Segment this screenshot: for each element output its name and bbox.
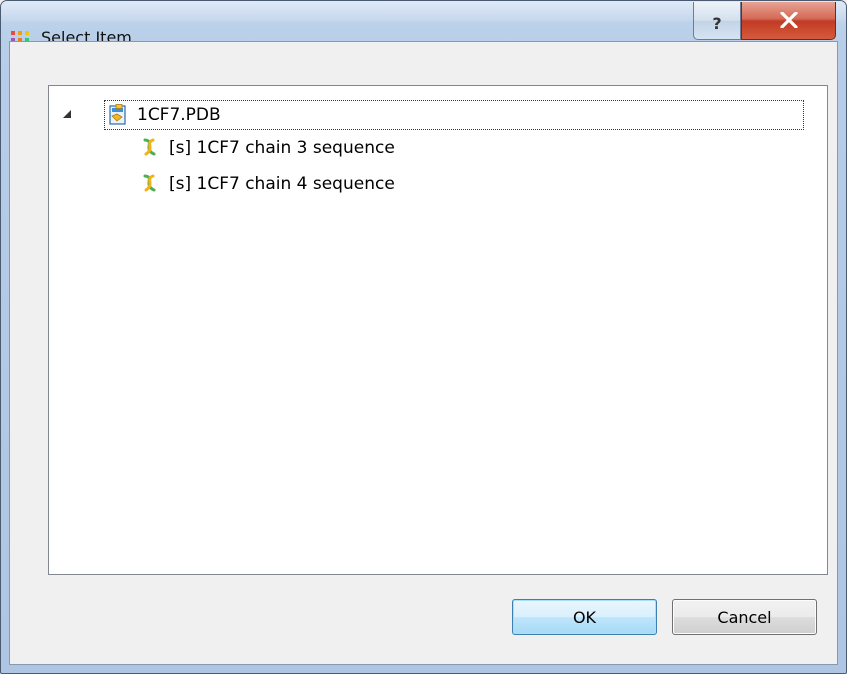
sequence-icon <box>143 138 156 156</box>
item-tree[interactable]: 1CF7.PDB [s] 1CF7 chain 3 sequence [s] 1… <box>48 85 828 575</box>
select-item-dialog: Select Item ? 1CF7.PDB [s] 1CF7 chain 3 … <box>0 0 847 674</box>
sequence-icon <box>143 174 156 192</box>
tree-node-label: [s] 1CF7 chain 3 sequence <box>169 138 395 158</box>
help-button[interactable]: ? <box>693 2 741 40</box>
dialog-client-area: 1CF7.PDB [s] 1CF7 chain 3 sequence [s] 1… <box>9 41 838 665</box>
close-icon <box>780 12 798 28</box>
pdb-document-icon <box>109 104 126 125</box>
tree-node-label: 1CF7.PDB <box>137 105 221 125</box>
tree-node-root[interactable]: 1CF7.PDB <box>104 100 804 130</box>
title-bar[interactable]: Select Item ? <box>1 1 846 49</box>
ok-button[interactable]: OK <box>512 599 657 635</box>
tree-node-label: [s] 1CF7 chain 4 sequence <box>169 174 395 194</box>
expand-collapse-icon[interactable] <box>63 110 71 118</box>
tree-node-child[interactable]: [s] 1CF7 chain 3 sequence <box>137 133 395 163</box>
close-button[interactable] <box>741 2 836 40</box>
help-icon: ? <box>712 14 722 33</box>
cancel-button[interactable]: Cancel <box>672 599 817 635</box>
tree-node-child[interactable]: [s] 1CF7 chain 4 sequence <box>137 169 395 199</box>
